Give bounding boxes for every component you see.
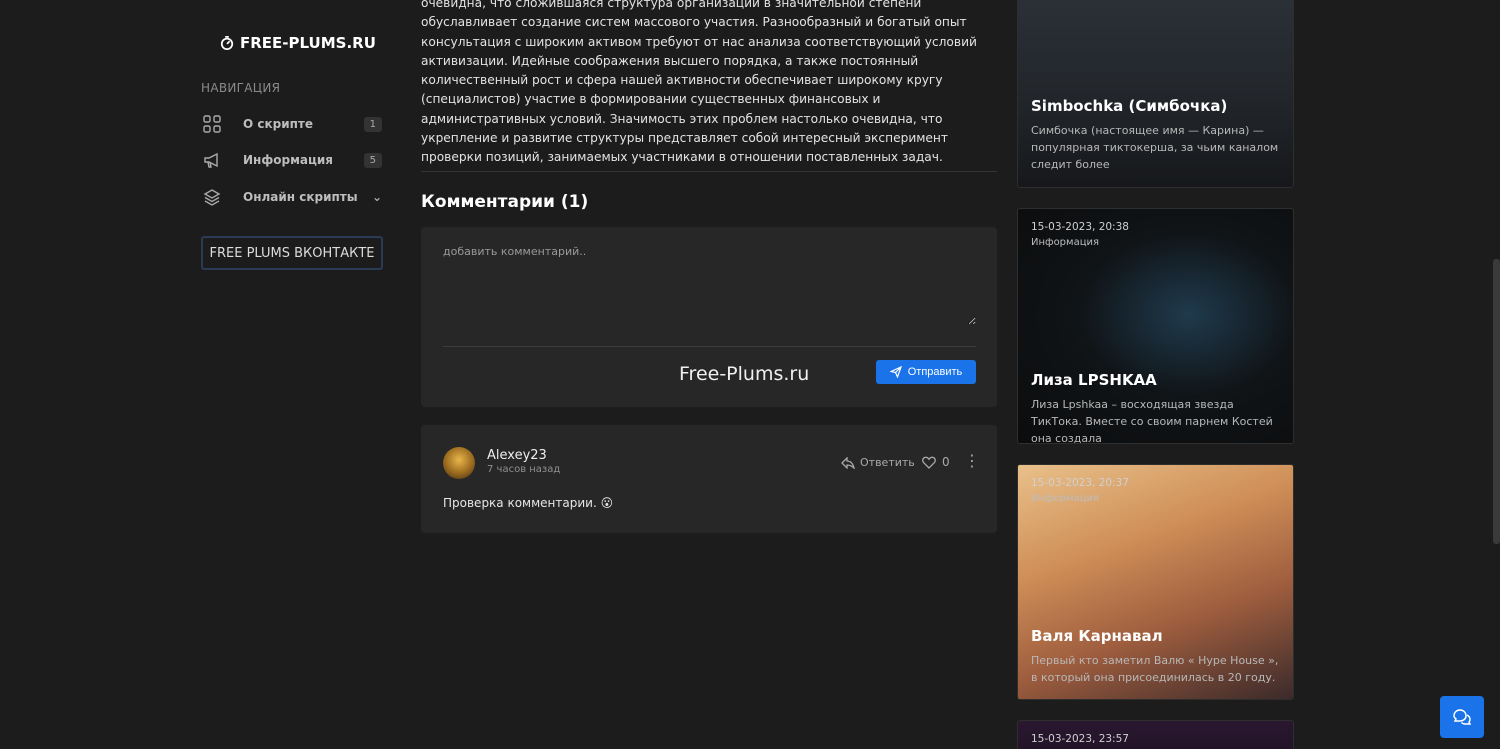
heart-icon bbox=[922, 456, 936, 469]
divider bbox=[421, 171, 997, 172]
send-button[interactable]: Отправить bbox=[876, 360, 976, 384]
form-divider bbox=[443, 346, 976, 347]
card-date: 15-03-2023, 20:38 bbox=[1031, 221, 1129, 233]
chat-button[interactable] bbox=[1440, 696, 1484, 738]
card-description: Симбочка (настоящее имя — Карина) — попу… bbox=[1031, 124, 1279, 171]
sidebar-item-label: О скрипте bbox=[243, 117, 314, 131]
send-icon bbox=[889, 366, 902, 378]
comment-input[interactable] bbox=[443, 245, 976, 325]
reply-label: Ответить bbox=[860, 456, 915, 469]
logo-text: FREE-PLUMS.RU bbox=[240, 34, 376, 52]
comment-text: Проверка комментарии. 😮 bbox=[443, 496, 614, 510]
nav-title: НАВИГАЦИЯ bbox=[201, 81, 281, 95]
more-icon[interactable]: ⋮ bbox=[964, 453, 980, 469]
logo-icon bbox=[220, 36, 234, 50]
comment-author[interactable]: Alexey23 bbox=[487, 448, 547, 463]
sidebar-item-online-scripts[interactable]: Онлайн скрипты ⌄ bbox=[201, 185, 382, 209]
sidebar-item-label: Онлайн скрипты bbox=[243, 190, 358, 204]
like-count: 0 bbox=[942, 455, 950, 469]
like-button[interactable]: 0 bbox=[922, 455, 950, 469]
reply-button[interactable]: Ответить bbox=[841, 456, 915, 469]
card-title[interactable]: Simbochka (Симбочка) bbox=[1031, 97, 1227, 115]
send-label: Отправить bbox=[907, 366, 963, 378]
card-title[interactable]: Валя Карнавал bbox=[1031, 627, 1163, 645]
avatar[interactable] bbox=[443, 447, 475, 479]
news-card[interactable]: 15-03-2023, 20:38 Информация Лиза LPSHKA… bbox=[1017, 208, 1294, 444]
reply-icon bbox=[841, 456, 855, 469]
news-card[interactable]: 15-03-2023, 20:37 Информация Валя Карнав… bbox=[1017, 464, 1294, 700]
card-description: Первый кто заметил Валю « Hype House », … bbox=[1031, 654, 1279, 684]
sidebar-item-info[interactable]: Информация 5 bbox=[201, 148, 382, 172]
scrollbar[interactable] bbox=[1493, 259, 1500, 544]
sidebar-item-about[interactable]: О скрипте 1 bbox=[201, 112, 382, 136]
comments-title: Комментарии (1) bbox=[421, 192, 589, 212]
chat-icon bbox=[1453, 709, 1472, 725]
card-category[interactable]: Информация bbox=[1031, 493, 1099, 504]
count-badge: 1 bbox=[363, 116, 382, 132]
layers-icon bbox=[201, 186, 223, 208]
chevron-down-icon: ⌄ bbox=[371, 190, 382, 204]
comment-form: Free-Plums.ru Отправить bbox=[421, 227, 997, 407]
count-badge: 5 bbox=[363, 152, 382, 168]
article-text: очевидна, что сложившаяся структура орга… bbox=[421, 0, 977, 165]
site-logo[interactable]: FREE-PLUMS.RU bbox=[220, 34, 376, 52]
comment-item: Alexey23 7 часов назад Ответить 0 ⋮ Пров… bbox=[421, 425, 997, 533]
news-card[interactable]: 15-03-2023, 23:57 bbox=[1017, 720, 1294, 749]
card-date: 15-03-2023, 20:37 bbox=[1031, 477, 1129, 489]
sidebar-item-label: Информация bbox=[243, 153, 333, 167]
vk-button[interactable]: FREE PLUMS ВКОНТАКТЕ bbox=[201, 236, 383, 270]
card-description: Лиза Lpshkaa – восходящая звезда ТикТока… bbox=[1031, 398, 1273, 444]
news-card[interactable]: Simbochka (Симбочка) Симбочка (настоящее… bbox=[1017, 0, 1294, 188]
card-category[interactable]: Информация bbox=[1031, 237, 1099, 248]
card-date: 15-03-2023, 23:57 bbox=[1031, 733, 1129, 745]
watermark: Free-Plums.ru bbox=[679, 363, 810, 385]
grid-icon bbox=[201, 113, 223, 135]
comment-time: 7 часов назад bbox=[487, 464, 561, 475]
megaphone-icon bbox=[201, 149, 223, 171]
card-title[interactable]: Лиза LPSHKAA bbox=[1031, 371, 1157, 389]
